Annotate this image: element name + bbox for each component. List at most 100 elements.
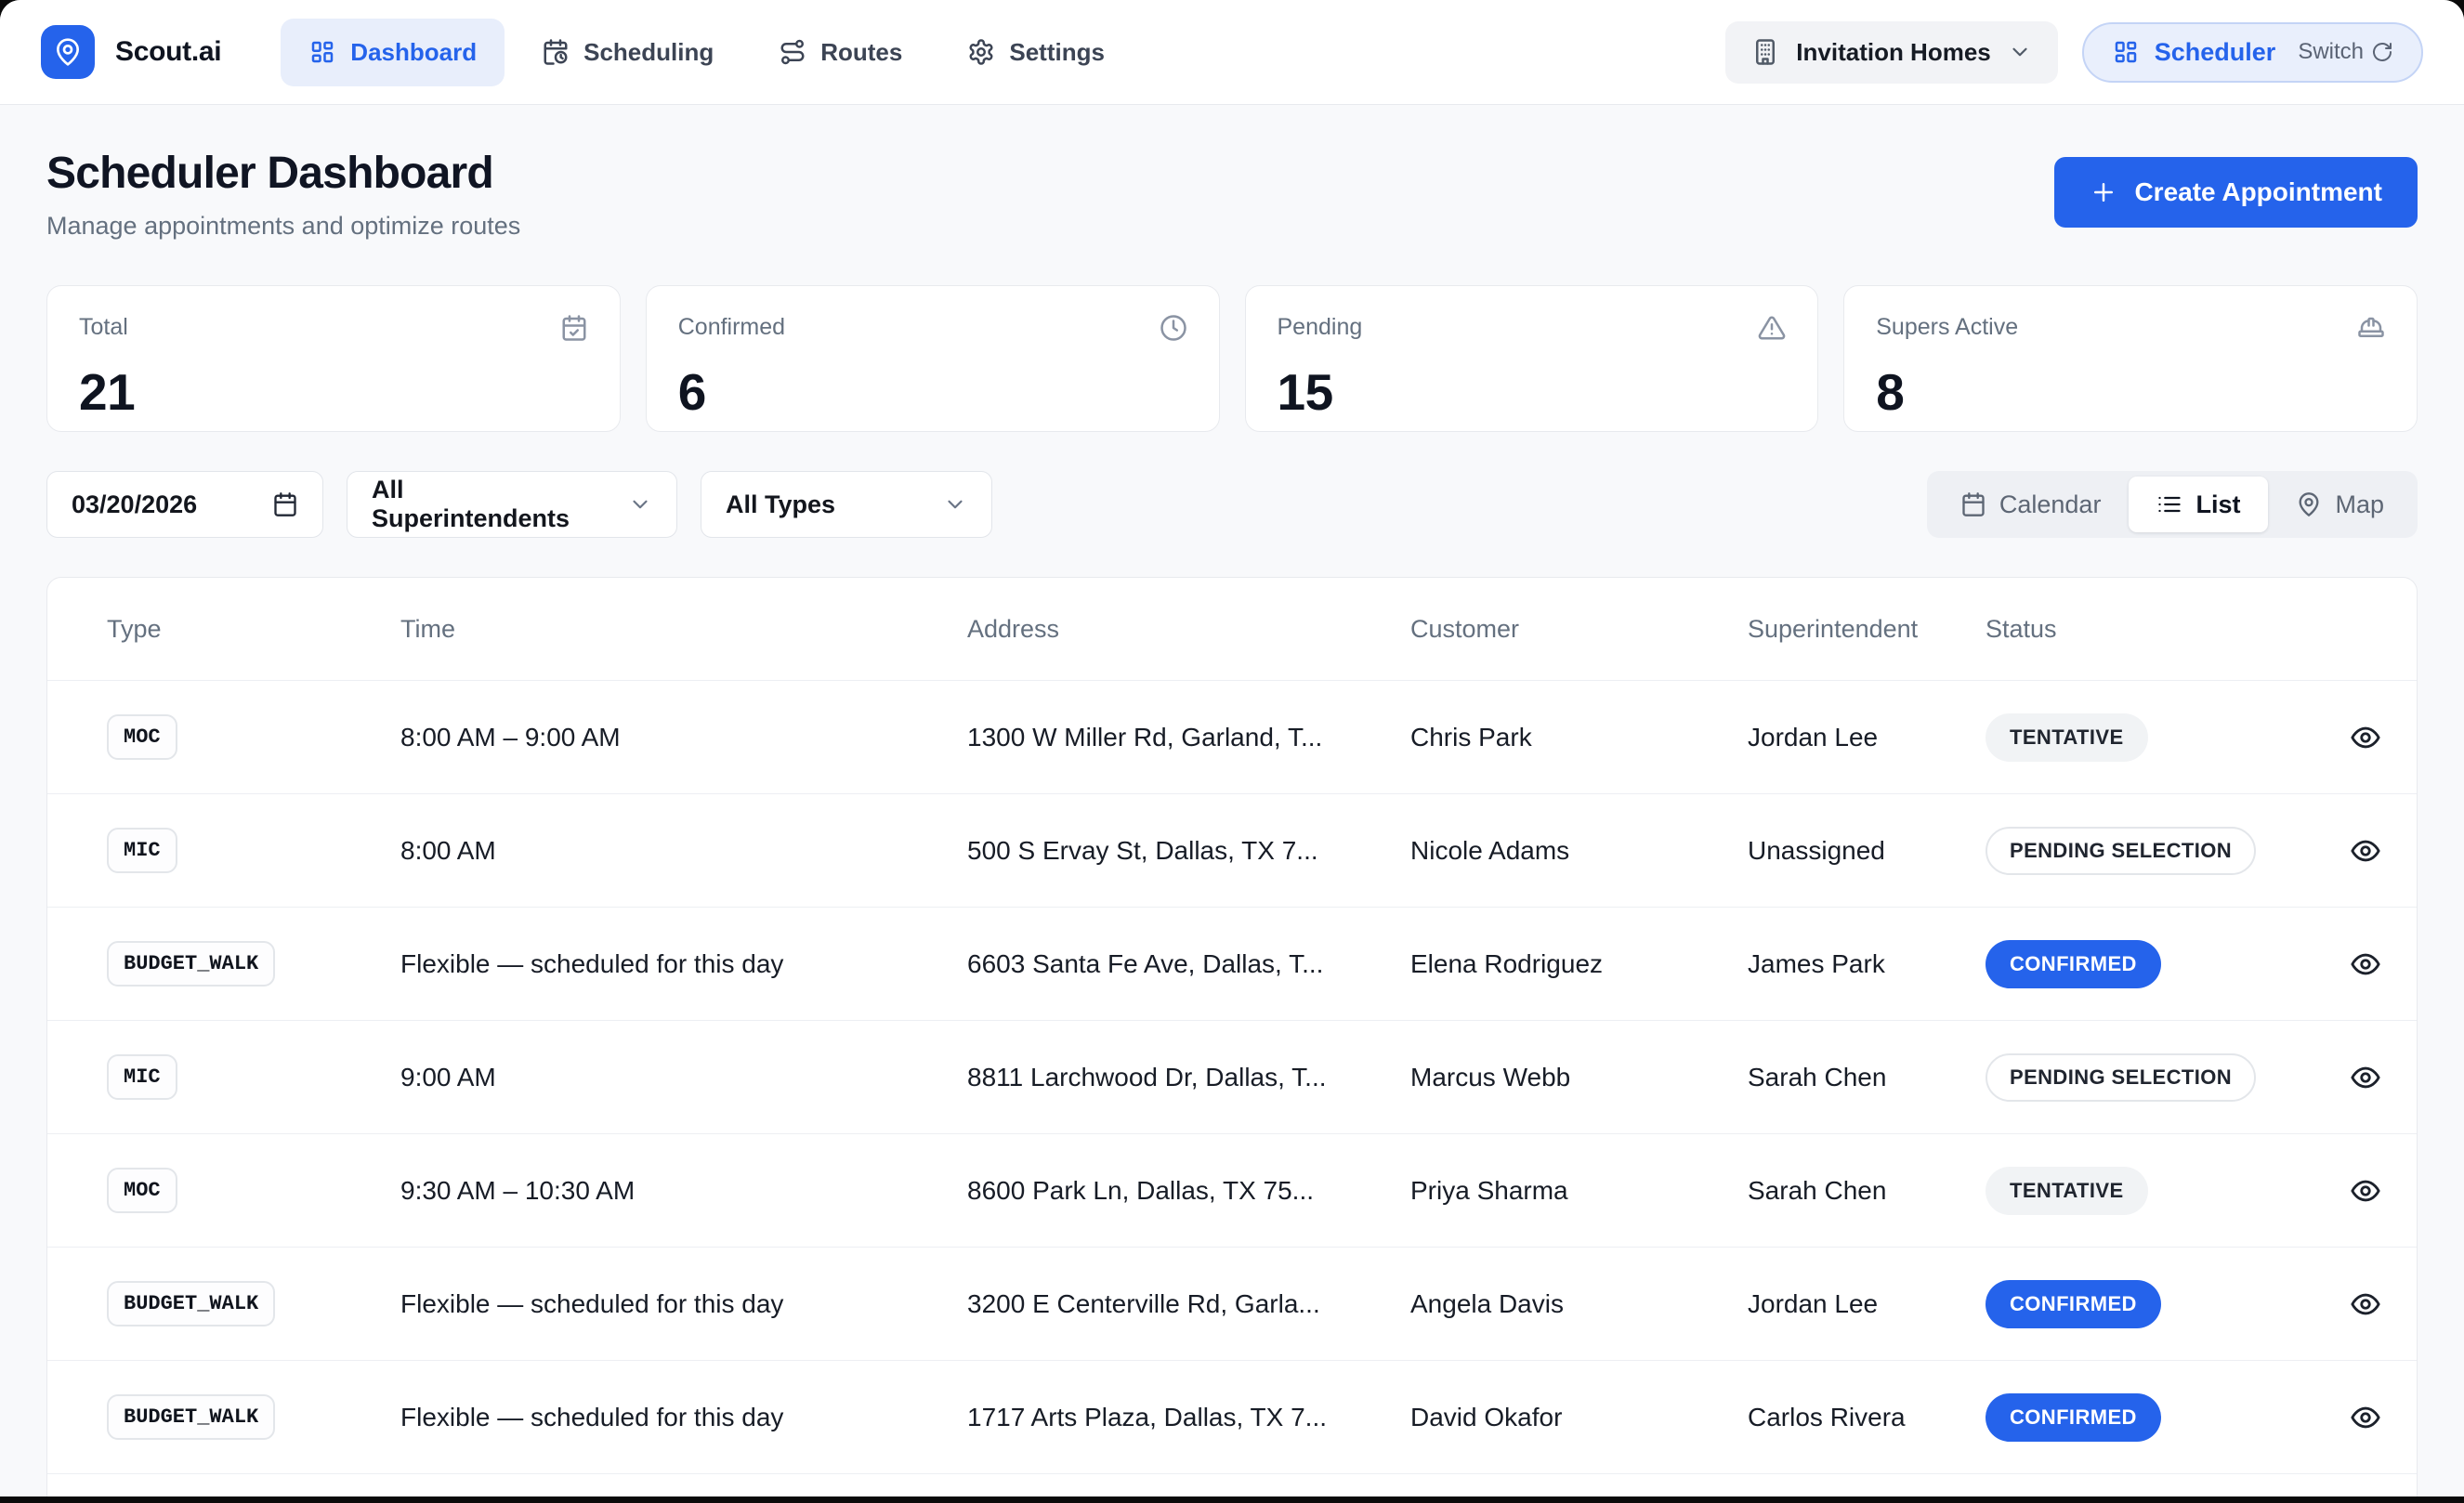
type-badge: BUDGET_WALK (107, 941, 275, 987)
stat-value: 8 (1876, 362, 2385, 422)
table-row[interactable]: MOC 8:00 AM – 9:00 AM 1300 W Miller Rd, … (47, 680, 2417, 793)
status-badge: CONFIRMED (1986, 940, 2161, 988)
customer-cell: Chris Park (1410, 723, 1748, 752)
view-toggle: Calendar List Map (1927, 471, 2418, 538)
view-toggle-list[interactable]: List (2129, 477, 2268, 532)
status-badge: TENTATIVE (1986, 713, 2148, 762)
column-header-superintendent: Superintendent (1748, 615, 1986, 644)
superintendent-cell: Sarah Chen (1748, 1176, 1986, 1206)
eye-icon (2350, 948, 2381, 980)
superintendent-cell: Sarah Chen (1748, 1063, 1986, 1092)
route-icon (779, 38, 806, 66)
time-cell: Flexible — scheduled for this day (400, 949, 967, 979)
stat-label: Supers Active (1876, 314, 2018, 341)
view-appointment-button[interactable] (2346, 1285, 2385, 1324)
stat-label: Total (79, 314, 128, 341)
table-row[interactable]: MIC 8:00 AM 500 S Ervay St, Dallas, TX 7… (47, 793, 2417, 907)
type-badge: MIC (107, 828, 177, 873)
nav-item-settings[interactable]: Settings (939, 19, 1133, 86)
page-subtitle: Manage appointments and optimize routes (46, 212, 520, 241)
date-value: 03/20/2026 (72, 490, 197, 519)
status-badge: TENTATIVE (1986, 1167, 2148, 1215)
superintendent-cell: Unassigned (1748, 836, 1986, 866)
calendar-clock-icon (542, 38, 570, 66)
time-cell: 8:00 AM – 9:00 AM (400, 723, 967, 752)
customer-cell: Angela Davis (1410, 1289, 1748, 1319)
time-cell: 9:00 AM (400, 1063, 967, 1092)
view-toggle-map[interactable]: Map (2268, 477, 2412, 532)
view-appointment-button[interactable] (2346, 1171, 2385, 1210)
alert-triangle-icon (1758, 314, 1786, 342)
appointments-table: Type Time Address Customer Superintenden… (46, 577, 2418, 1496)
view-appointment-button[interactable] (2346, 831, 2385, 870)
stat-card-confirmed: Confirmed 6 (646, 285, 1220, 432)
view-toggle-calendar[interactable]: Calendar (1933, 477, 2130, 532)
superintendent-select[interactable]: All Superintendents (347, 471, 677, 538)
eye-icon (2350, 1402, 2381, 1433)
superintendent-cell: Carlos Rivera (1748, 1403, 1986, 1432)
view-appointment-button[interactable] (2346, 1058, 2385, 1097)
role-switcher[interactable]: Scheduler Switch (2082, 22, 2423, 83)
address-cell: 500 S Ervay St, Dallas, TX 7... (967, 836, 1410, 866)
create-appointment-button[interactable]: Create Appointment (2054, 157, 2418, 228)
superintendent-cell: Jordan Lee (1748, 723, 1986, 752)
table-row[interactable]: MIC 10:00 AM 2505 Carlisle St, Dallas, T… (47, 1473, 2417, 1496)
view-appointment-button[interactable] (2346, 945, 2385, 984)
app-window: Scout.ai Dashboard Scheduling Routes (0, 0, 2464, 1496)
customer-cell: Marcus Webb (1410, 1063, 1748, 1092)
table-row[interactable]: MIC 9:00 AM 8811 Larchwood Dr, Dallas, T… (47, 1020, 2417, 1133)
calendar-icon[interactable] (272, 491, 298, 517)
nav-label: Scheduling (583, 38, 714, 67)
status-badge: CONFIRMED (1986, 1393, 2161, 1442)
main-nav: Dashboard Scheduling Routes Settings (281, 19, 1133, 86)
stat-card-total: Total 21 (46, 285, 621, 432)
time-cell: Flexible — scheduled for this day (400, 1289, 967, 1319)
address-cell: 8600 Park Ln, Dallas, TX 75... (967, 1176, 1410, 1206)
address-cell: 1717 Arts Plaza, Dallas, TX 7... (967, 1403, 1410, 1432)
type-select[interactable]: All Types (701, 471, 992, 538)
clock-icon (1160, 314, 1187, 342)
table-row[interactable]: BUDGET_WALK Flexible — scheduled for thi… (47, 1360, 2417, 1473)
stat-card-pending: Pending 15 (1245, 285, 1819, 432)
list-icon (2156, 491, 2182, 517)
building-icon (1751, 38, 1779, 66)
plus-icon (2090, 178, 2117, 206)
stat-value: 21 (79, 362, 588, 422)
stat-value: 6 (678, 362, 1187, 422)
view-appointment-button[interactable] (2346, 718, 2385, 757)
table-row[interactable]: BUDGET_WALK Flexible — scheduled for thi… (47, 907, 2417, 1020)
stat-card-supers-active: Supers Active 8 (1843, 285, 2418, 432)
table-row[interactable]: MOC 9:30 AM – 10:30 AM 8600 Park Ln, Dal… (47, 1133, 2417, 1247)
address-cell: 3200 E Centerville Rd, Garla... (967, 1289, 1410, 1319)
chevron-down-icon (2008, 40, 2032, 64)
nav-item-scheduling[interactable]: Scheduling (514, 19, 741, 86)
customer-cell: Priya Sharma (1410, 1176, 1748, 1206)
org-selector[interactable]: Invitation Homes (1725, 21, 2057, 84)
column-header-type: Type (107, 615, 400, 644)
type-badge: BUDGET_WALK (107, 1281, 275, 1327)
eye-icon (2350, 1175, 2381, 1207)
dashboard-icon (308, 38, 336, 66)
nav-item-routes[interactable]: Routes (751, 19, 930, 86)
table-row[interactable]: BUDGET_WALK Flexible — scheduled for thi… (47, 1247, 2417, 1360)
page-title: Scheduler Dashboard (46, 148, 520, 199)
type-badge: MIC (107, 1054, 177, 1100)
nav-item-dashboard[interactable]: Dashboard (281, 19, 505, 86)
view-appointment-button[interactable] (2346, 1398, 2385, 1437)
page-header: Scheduler Dashboard Manage appointments … (46, 148, 2418, 241)
filter-bar: 03/20/2026 All Superintendents All Types (46, 471, 2418, 538)
main-content: Scheduler Dashboard Manage appointments … (0, 148, 2464, 1496)
type-badge: BUDGET_WALK (107, 1394, 275, 1440)
time-cell: Flexible — scheduled for this day (400, 1403, 967, 1432)
column-header-address: Address (967, 615, 1410, 644)
eye-icon (2350, 1288, 2381, 1320)
top-right-controls: Invitation Homes Scheduler Switch (1725, 21, 2423, 84)
nav-label: Routes (820, 38, 902, 67)
eye-icon (2350, 722, 2381, 753)
date-input[interactable]: 03/20/2026 (46, 471, 323, 538)
stat-label: Confirmed (678, 314, 785, 341)
address-cell: 8811 Larchwood Dr, Dallas, T... (967, 1063, 1410, 1092)
nav-label: Settings (1009, 38, 1105, 67)
chevron-down-icon (943, 492, 967, 516)
gear-icon (967, 38, 995, 66)
